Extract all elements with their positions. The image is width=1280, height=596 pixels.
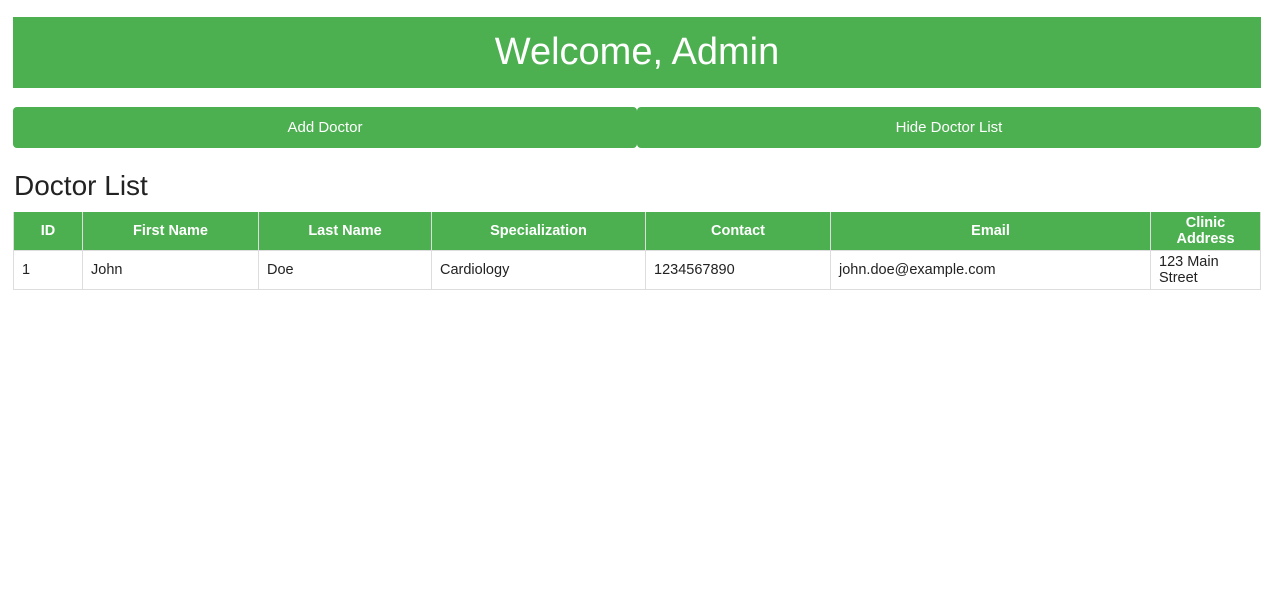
- cell-contact: 1234567890: [645, 250, 831, 290]
- cell-clinic-address: 123 Main Street: [1150, 250, 1261, 290]
- cell-last-name: Doe: [258, 250, 432, 290]
- doctor-table-body: 1 John Doe Cardiology 1234567890 john.do…: [13, 250, 1261, 290]
- column-header-id: ID: [13, 212, 83, 251]
- doctor-list-title: Doctor List: [14, 170, 148, 201]
- cell-specialization: Cardiology: [431, 250, 646, 290]
- column-header-last-name: Last Name: [258, 212, 432, 251]
- doctor-table: ID First Name Last Name Specialization C…: [13, 212, 1261, 290]
- cell-email: john.doe@example.com: [830, 250, 1151, 290]
- table-row: 1 John Doe Cardiology 1234567890 john.do…: [13, 250, 1261, 290]
- column-header-specialization: Specialization: [431, 212, 646, 251]
- page: Welcome, Admin Add Doctor Hide Doctor Li…: [0, 0, 1280, 596]
- cell-first-name: John: [82, 250, 259, 290]
- column-header-clinic-address: Clinic Address: [1150, 212, 1261, 251]
- action-bar: Add Doctor Hide Doctor List: [13, 107, 1261, 148]
- column-header-first-name: First Name: [82, 212, 259, 251]
- welcome-header: Welcome, Admin: [13, 17, 1261, 88]
- add-doctor-button[interactable]: Add Doctor: [13, 107, 637, 148]
- cell-id: 1: [13, 250, 83, 290]
- header-row: ID First Name Last Name Specialization C…: [13, 212, 1261, 251]
- hide-doctor-list-button[interactable]: Hide Doctor List: [637, 107, 1261, 148]
- welcome-title: Welcome, Admin: [494, 31, 780, 73]
- column-header-email: Email: [830, 212, 1151, 251]
- column-header-contact: Contact: [645, 212, 831, 251]
- doctor-table-header: ID First Name Last Name Specialization C…: [13, 212, 1261, 251]
